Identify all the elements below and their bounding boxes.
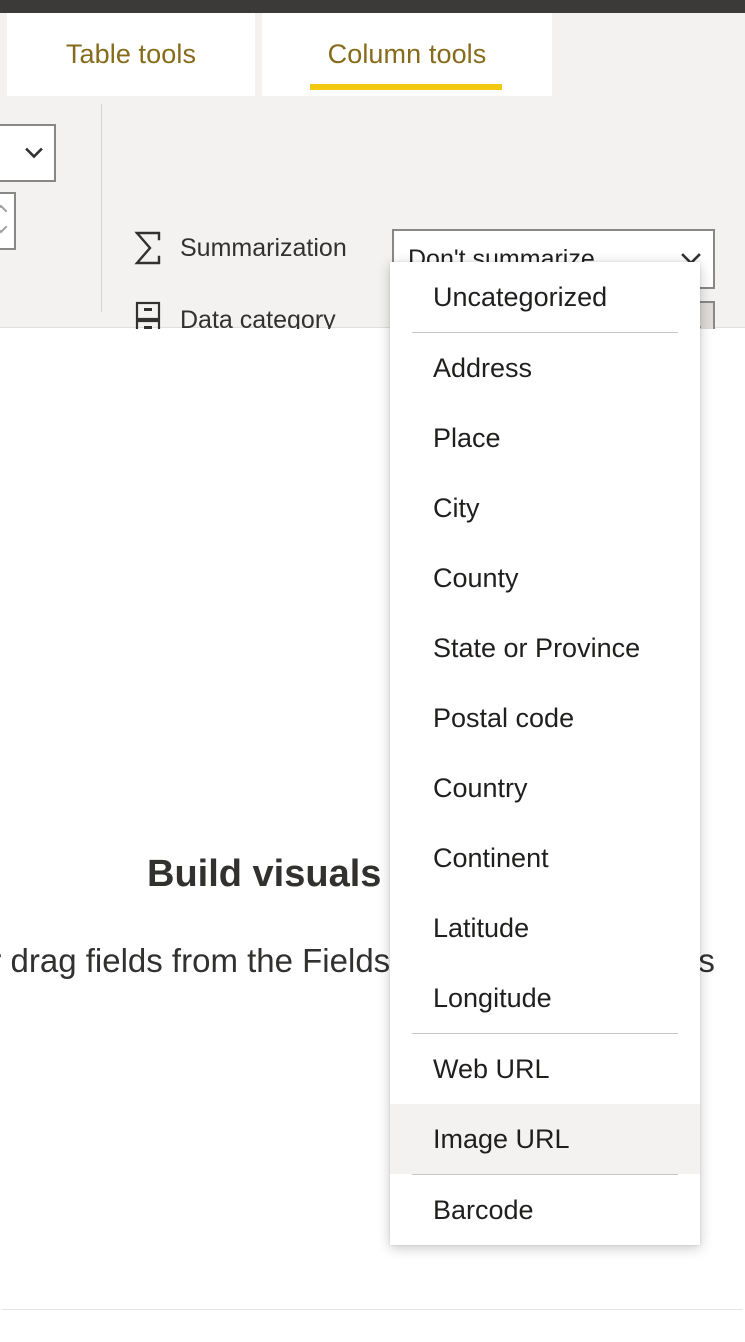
tab-table-tools-label: Table tools (65, 39, 197, 69)
tab-column-tools-label: Column tools (327, 39, 487, 69)
clipped-combobox-top[interactable] (0, 124, 56, 182)
menu-item-image-url[interactable]: Image URL (390, 1104, 700, 1174)
menu-item-label: Continent (433, 842, 549, 873)
menu-item-label: Web URL (433, 1053, 550, 1084)
ribbon-tab-strip: Table tools Column tools (0, 13, 745, 96)
menu-item-country[interactable]: Country (390, 753, 700, 823)
menu-item-place[interactable]: Place (390, 403, 700, 473)
ribbon-group-separator (101, 104, 102, 312)
tab-column-tools[interactable]: Column tools (262, 13, 552, 96)
menu-item-label: City (433, 492, 480, 523)
menu-item-continent[interactable]: Continent (390, 823, 700, 893)
menu-item-label: Uncategorized (433, 281, 608, 312)
chevron-up-icon (0, 202, 8, 216)
menu-item-label: Postal code (433, 702, 575, 733)
chevron-down-small-icon (0, 224, 8, 238)
tab-table-tools[interactable]: Table tools (7, 13, 255, 96)
active-tab-indicator (310, 84, 502, 90)
menu-item-label: Longitude (433, 982, 552, 1013)
menu-item-label: Latitude (433, 912, 530, 943)
menu-item-city[interactable]: City (390, 473, 700, 543)
menu-item-label: Barcode (433, 1194, 534, 1225)
menu-item-label: Address (433, 352, 533, 383)
menu-item-county[interactable]: County (390, 543, 700, 613)
menu-item-state-or-province[interactable]: State or Province (390, 613, 700, 683)
window-title-bar (0, 0, 745, 13)
menu-item-longitude[interactable]: Longitude (390, 963, 700, 1033)
clipped-combobox-bottom[interactable] (0, 192, 16, 250)
menu-item-latitude[interactable]: Latitude (390, 893, 700, 963)
data-category-dropdown-menu[interactable]: Uncategorized Address Place City County … (390, 262, 700, 1245)
menu-item-address[interactable]: Address (390, 333, 700, 403)
menu-item-label: State or Province (433, 632, 641, 663)
menu-item-web-url[interactable]: Web URL (390, 1034, 700, 1104)
chevron-down-icon (24, 143, 44, 163)
summarization-row: Summarization (130, 229, 347, 267)
menu-item-barcode[interactable]: Barcode (390, 1175, 700, 1245)
menu-item-label: County (433, 562, 519, 593)
menu-item-label: Country (433, 772, 528, 803)
sigma-summation-icon (130, 229, 166, 267)
menu-item-label: Image URL (433, 1123, 570, 1154)
menu-item-postal-code[interactable]: Postal code (390, 683, 700, 753)
summarization-label: Summarization (180, 233, 347, 262)
menu-item-uncategorized[interactable]: Uncategorized (390, 262, 700, 332)
menu-item-label: Place (433, 422, 501, 453)
